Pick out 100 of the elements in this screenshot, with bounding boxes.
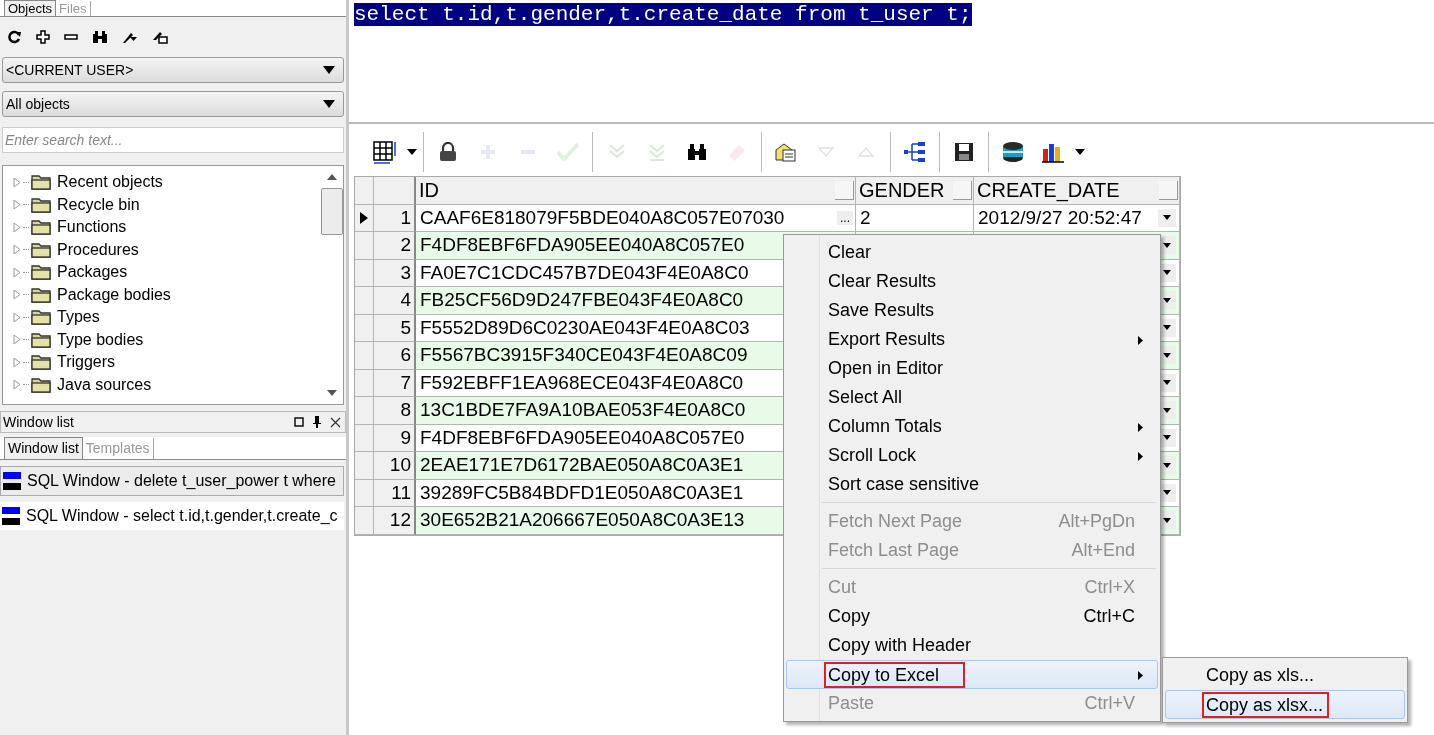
folder-icon (31, 376, 51, 393)
menu-item[interactable]: Column Totals (786, 412, 1158, 441)
row-indicator-cell[interactable] (355, 204, 374, 232)
caret-icon[interactable] (1075, 149, 1085, 155)
menu-item[interactable]: Open in Editor (786, 354, 1158, 383)
folder-icon (31, 241, 51, 258)
column-header[interactable]: ID (416, 177, 856, 205)
database-icon[interactable] (1001, 141, 1025, 163)
grid-icon[interactable] (372, 140, 398, 164)
menu-item-label: Column Totals (828, 415, 943, 438)
folder-icon (31, 174, 51, 191)
menu-item[interactable]: Save Results (786, 296, 1158, 325)
tree-item[interactable]: Type bodies (57, 330, 144, 349)
column-header[interactable]: GENDER (856, 177, 974, 205)
menu-item[interactable]: Copy as xlsx... (1165, 690, 1405, 719)
binoculars-icon[interactable] (687, 143, 707, 161)
menu-item[interactable]: Clear Results (786, 267, 1158, 296)
folder-icon (31, 196, 51, 213)
scroll-down-icon[interactable] (327, 390, 337, 396)
caret-icon[interactable] (407, 149, 417, 155)
table-cell: F4DF8EBF6FDA905EE040A8C057E0 (420, 426, 745, 449)
menu-item[interactable]: Export Results (786, 325, 1158, 354)
binoculars-icon[interactable] (92, 30, 108, 44)
row-number: 5 (374, 314, 416, 342)
row-indicator-cell[interactable] (355, 424, 374, 452)
row-number: 3 (374, 259, 416, 287)
caret-icon (1163, 462, 1171, 468)
tree-item[interactable]: Java sources (57, 375, 152, 394)
row-indicator-cell[interactable] (355, 259, 374, 287)
menu-item-label: Clear Results (828, 270, 938, 293)
menu-item[interactable]: Copy with Header (786, 631, 1158, 660)
menu-item[interactable]: Select All (786, 383, 1158, 412)
menu-item-label: Clear (828, 241, 872, 264)
row-indicator-cell[interactable] (355, 507, 374, 535)
row-indicator-cell[interactable] (355, 314, 374, 342)
scroll-up-icon[interactable] (327, 174, 337, 180)
menu-item[interactable]: Copy to Excel (786, 660, 1158, 689)
row-number: 1 (374, 204, 416, 232)
tree-item[interactable]: Functions (57, 218, 127, 237)
folder-icon (31, 331, 51, 348)
caret-icon (1163, 407, 1171, 413)
ellipsis-button[interactable]: ... (837, 210, 853, 225)
column-filter-button[interactable] (835, 180, 854, 200)
panel-tab[interactable]: Objects (4, 0, 57, 16)
filter-dropdown[interactable]: All objects (2, 91, 344, 117)
tree-item[interactable]: Procedures (57, 240, 139, 259)
table-cell: CAAF6E818079F5BDE040A8C057E07030 (420, 206, 785, 229)
menu-item[interactable]: Sort case sensitive (786, 470, 1158, 499)
row-indicator-cell[interactable] (355, 397, 374, 425)
column-header[interactable]: CREATE_DATE (974, 177, 1180, 205)
documents-icon[interactable] (775, 142, 797, 162)
column-filter-button[interactable] (953, 180, 972, 200)
search-field[interactable]: Enter search text... (2, 127, 344, 153)
floppy-icon[interactable] (954, 142, 974, 162)
tree-item[interactable]: Types (57, 308, 100, 327)
menu-item[interactable]: Clear (786, 238, 1158, 267)
window-list-item[interactable]: SQL Window - select t.id,t.gender,t.create_c (0, 502, 344, 530)
tree-item[interactable]: Packages (57, 263, 128, 282)
caret-icon (1163, 380, 1171, 386)
row-number: 9 (374, 424, 416, 452)
scroll-thumb[interactable] (321, 188, 343, 235)
corner-cell (374, 177, 416, 205)
row-indicator-cell[interactable] (355, 232, 374, 260)
menu-item[interactable]: Scroll Lock (786, 441, 1158, 470)
shortcut-label: Ctrl+C (1083, 606, 1135, 627)
row-indicator-cell[interactable] (355, 287, 374, 315)
schema-dropdown[interactable]: <CURRENT USER> (2, 57, 344, 83)
tree-item[interactable]: Recent objects (57, 173, 163, 192)
tree-item[interactable]: Package bodies (57, 285, 171, 304)
row-indicator-cell[interactable] (355, 369, 374, 397)
menu-item-label: Export Results (828, 328, 947, 351)
row-number: 4 (374, 287, 416, 315)
refresh-icon[interactable] (8, 30, 22, 44)
row-indicator-cell[interactable] (355, 479, 374, 507)
table-cell: F5552D89D6C0230AE043F4E0A8C03 (420, 316, 750, 339)
tree-icon[interactable] (903, 141, 927, 163)
sql-editor[interactable]: select t.id,t.gender,t.create_date from t_user t; (349, 0, 1434, 124)
column-filter-button[interactable] (1159, 180, 1178, 200)
tree-item[interactable]: Triggers (57, 353, 116, 372)
row-indicator-cell[interactable] (355, 342, 374, 370)
panel-tab[interactable]: Window list (4, 437, 83, 459)
row-indicator-cell[interactable] (355, 452, 374, 480)
restore-icon[interactable] (294, 417, 304, 427)
caret-icon (323, 100, 335, 108)
menu-item-label: Fetch Next Page (828, 510, 964, 533)
lock-icon[interactable] (439, 142, 457, 162)
minus-icon[interactable] (64, 34, 78, 40)
plus-icon[interactable] (36, 30, 50, 44)
caret-icon (1163, 242, 1171, 248)
menu-item-label: Copy with Header (828, 634, 973, 657)
dropdown-button[interactable] (1158, 208, 1176, 227)
close-icon[interactable] (330, 416, 341, 428)
pin-icon[interactable] (312, 416, 322, 428)
tree-item[interactable]: Recycle bin (57, 195, 140, 214)
folder-icon (31, 286, 51, 303)
menu-item[interactable]: Copy as xls... (1165, 661, 1405, 690)
window-list-item[interactable]: SQL Window - delete t_user_power t where (0, 466, 344, 496)
bar-chart-icon[interactable] (1041, 141, 1065, 163)
menu-item-label: Cut (828, 576, 857, 599)
menu-item[interactable]: Copy Ctrl+C (786, 602, 1158, 631)
